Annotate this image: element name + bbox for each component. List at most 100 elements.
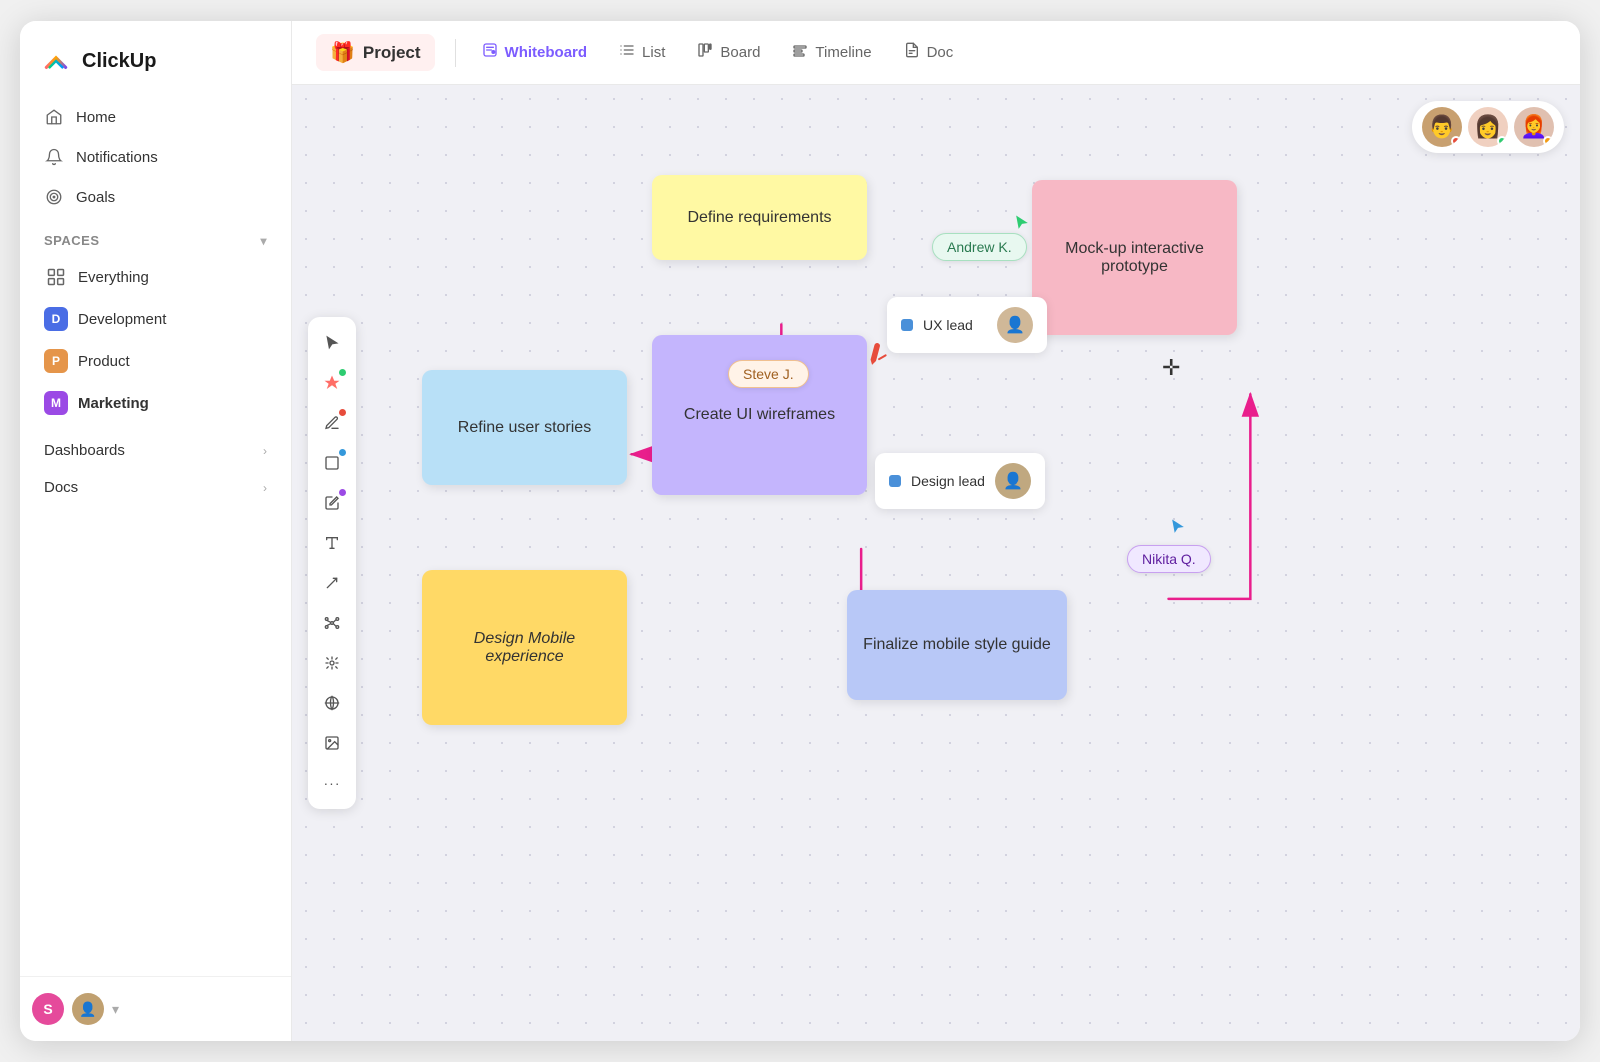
assignee-card-ux-lead: UX lead 👤 (887, 297, 1047, 353)
card-design-mobile-text: Design Mobile experience (438, 630, 611, 666)
main-area: 🎁 Project Whiteboard (292, 21, 1580, 1041)
chip-nikita-label: Nikita Q. (1142, 551, 1196, 567)
project-label: Project (363, 43, 421, 63)
sidebar-item-home-label: Home (76, 109, 116, 126)
card-refine-user-stories[interactable]: Refine user stories (422, 370, 627, 485)
design-lead-avatar: 👤 (995, 463, 1031, 499)
card-define-requirements[interactable]: Define requirements (652, 175, 867, 260)
sidebar-item-everything[interactable]: Everything (32, 256, 279, 298)
toolbar-pen[interactable] (314, 405, 350, 441)
board-tab-icon (697, 42, 713, 63)
card-finalize-guide-text: Finalize mobile style guide (863, 636, 1051, 654)
design-lead-role-text: Design lead (911, 473, 985, 489)
project-icon: 🎁 (330, 40, 355, 65)
ux-lead-role-text: UX lead (923, 317, 973, 333)
sidebar-item-goals[interactable]: Goals (32, 177, 279, 217)
card-finalize-guide[interactable]: Finalize mobile style guide (847, 590, 1067, 700)
toolbar-text[interactable] (314, 525, 350, 561)
list-tab-icon (619, 42, 635, 63)
sidebar-item-docs[interactable]: Docs › (32, 469, 279, 506)
card-mockup-prototype[interactable]: Mock-up interactive prototype (1032, 180, 1237, 335)
tab-board-label: Board (720, 44, 760, 61)
tab-timeline-label: Timeline (815, 44, 871, 61)
tab-whiteboard-label: Whiteboard (505, 44, 588, 61)
sidebar-item-product[interactable]: P Product (32, 340, 279, 382)
spaces-header[interactable]: Spaces ▾ (32, 217, 279, 256)
goals-icon (44, 187, 64, 207)
move-cursor-icon: ✛ (1162, 355, 1180, 381)
sidebar-item-marketing[interactable]: M Marketing (32, 382, 279, 424)
app-container: ClickUp Home (20, 21, 1580, 1041)
development-label: Development (78, 311, 166, 328)
tab-list-label: List (642, 44, 665, 61)
everything-label: Everything (78, 269, 149, 286)
design-lead-role-dot (889, 475, 901, 487)
ux-lead-role-dot (901, 319, 913, 331)
docs-chevron: › (263, 481, 267, 495)
docs-label: Docs (44, 479, 78, 496)
sidebar-item-home[interactable]: Home (32, 97, 279, 137)
sidebar-item-goals-label: Goals (76, 189, 115, 206)
toolbar-more[interactable]: ··· (314, 765, 350, 801)
sidebar-item-dashboards[interactable]: Dashboards › (32, 432, 279, 469)
clickup-logo-icon (40, 45, 72, 77)
dashboards-chevron: › (263, 444, 267, 458)
everything-icon (44, 265, 68, 289)
chip-andrew-label: Andrew K. (947, 239, 1012, 255)
sidebar-item-notifications-label: Notifications (76, 149, 158, 166)
card-create-ui-wireframes-text: Create UI wireframes (684, 406, 835, 424)
chip-andrew: Andrew K. (932, 233, 1027, 261)
card-create-ui-wireframes[interactable]: Create UI wireframes (652, 335, 867, 495)
canvas-avatars-panel: 👨 👩 👩‍🦰 (1412, 101, 1564, 153)
blue-cursor-icon (1168, 517, 1188, 542)
doc-tab-icon (904, 42, 920, 63)
spaces-chevron: ▾ (260, 234, 267, 248)
toolbar-mindmap[interactable] (314, 605, 350, 641)
product-label: Product (78, 353, 130, 370)
sidebar: ClickUp Home (20, 21, 292, 1041)
logo-area: ClickUp (20, 21, 291, 97)
marketing-dot: M (44, 391, 68, 415)
ux-lead-avatar: 👤 (997, 307, 1033, 343)
toolbar-sticky[interactable] (314, 485, 350, 521)
marketing-label: Marketing (78, 395, 149, 412)
bell-icon (44, 147, 64, 167)
sidebar-nav: Home Notifications (20, 97, 291, 976)
canvas-toolbar: ··· (308, 317, 356, 809)
sidebar-bottom: S 👤 ▾ (20, 976, 291, 1041)
canvas-arrows (292, 85, 1580, 1041)
card-design-mobile[interactable]: Design Mobile experience (422, 570, 627, 725)
assignee-card-design-lead: Design lead 👤 (875, 453, 1045, 509)
chip-steve: Steve J. (728, 360, 809, 388)
chip-nikita: Nikita Q. (1127, 545, 1211, 573)
project-badge[interactable]: 🎁 Project (316, 34, 435, 71)
toolbar-select[interactable] (314, 325, 350, 361)
toolbar-image[interactable] (314, 725, 350, 761)
tab-doc[interactable]: Doc (890, 35, 968, 70)
toolbar-arrow[interactable] (314, 565, 350, 601)
card-refine-user-stories-text: Refine user stories (458, 419, 591, 437)
home-icon (44, 107, 64, 127)
dashboards-label: Dashboards (44, 442, 125, 459)
timeline-tab-icon (792, 42, 808, 63)
chip-steve-label: Steve J. (743, 366, 794, 382)
toolbar-ai-shapes[interactable] (314, 365, 350, 401)
top-nav: 🎁 Project Whiteboard (292, 21, 1580, 85)
whiteboard-canvas[interactable]: ··· Define requirements (292, 85, 1580, 1041)
tab-timeline[interactable]: Timeline (778, 35, 885, 70)
canvas-avatar-1: 👨 (1422, 107, 1462, 147)
user-avatar-s: S (32, 993, 64, 1025)
tab-whiteboard[interactable]: Whiteboard (468, 35, 602, 70)
product-dot: P (44, 349, 68, 373)
user-menu-chevron[interactable]: ▾ (112, 1001, 119, 1018)
tab-list[interactable]: List (605, 35, 679, 70)
sidebar-item-development[interactable]: D Development (32, 298, 279, 340)
toolbar-rectangle[interactable] (314, 445, 350, 481)
tab-doc-label: Doc (927, 44, 954, 61)
sidebar-item-notifications[interactable]: Notifications (32, 137, 279, 177)
toolbar-globe[interactable] (314, 685, 350, 721)
tab-board[interactable]: Board (683, 35, 774, 70)
toolbar-ai[interactable] (314, 645, 350, 681)
user-avatar-photo: 👤 (72, 993, 104, 1025)
nav-divider (455, 39, 456, 67)
